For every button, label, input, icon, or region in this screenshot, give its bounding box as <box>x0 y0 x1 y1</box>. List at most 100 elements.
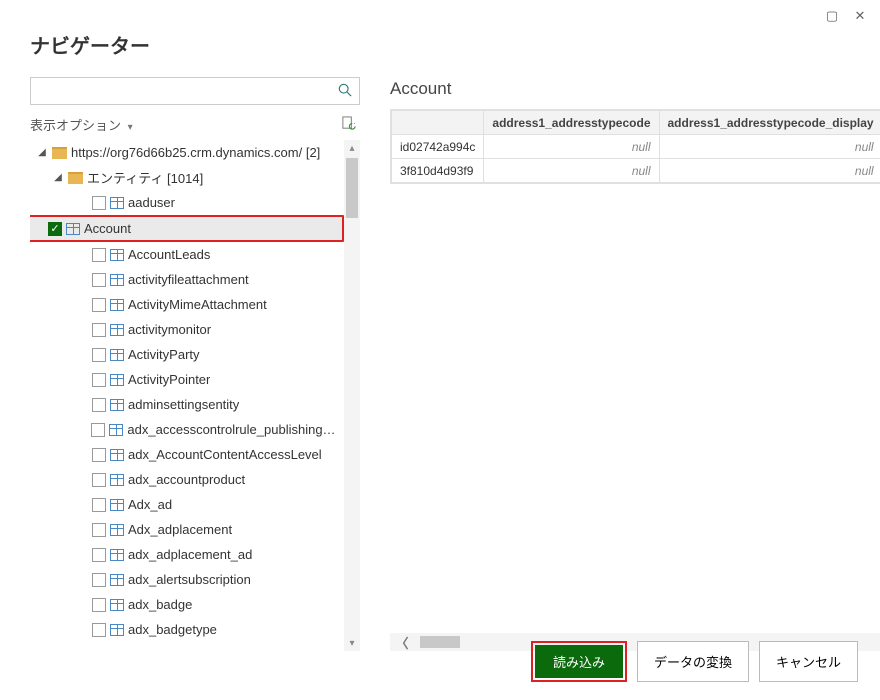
table-icon <box>110 274 124 286</box>
table-icon <box>66 223 80 235</box>
table-icon <box>110 299 124 311</box>
page-title: ナビゲーター <box>0 0 880 77</box>
tree-item-label: ActivityPointer <box>128 372 210 387</box>
expand-icon[interactable]: ◢ <box>52 172 64 183</box>
scroll-down-icon[interactable]: ▾ <box>344 635 360 651</box>
table-icon <box>110 474 124 486</box>
tree-item[interactable]: ✓ Account <box>30 215 344 242</box>
table-icon <box>110 499 124 511</box>
load-button[interactable]: 読み込み <box>535 645 623 678</box>
checkbox[interactable] <box>92 573 106 587</box>
folder-icon <box>52 147 67 159</box>
tree-item-label: adx_alertsubscription <box>128 572 251 587</box>
tree-item[interactable]: adx_alertsubscription <box>30 567 344 592</box>
tree-item-label: AccountLeads <box>128 247 210 262</box>
tree-item[interactable]: adminsettingsentity <box>30 392 344 417</box>
table-row[interactable]: 3f810d4d93f9nullnull横浜市 <box>392 159 880 183</box>
maximize-button[interactable]: ▢ <box>822 6 842 26</box>
checkbox[interactable] <box>92 473 106 487</box>
tree-item-label: https://org76d66b25.crm.dynamics.com/ [2… <box>71 145 320 160</box>
checkbox[interactable] <box>92 298 106 312</box>
tree-item[interactable]: activitymonitor <box>30 317 344 342</box>
display-options-dropdown[interactable]: 表示オプション ▾ <box>30 115 133 134</box>
tree-group[interactable]: ◢ エンティティ [1014] <box>30 165 344 190</box>
chevron-down-icon: ▾ <box>128 122 133 133</box>
table-cell: null <box>659 159 880 183</box>
scroll-left-icon[interactable]: 〈 <box>390 633 414 652</box>
display-options-label: 表示オプション <box>30 118 121 133</box>
folder-icon <box>68 172 83 184</box>
tree-item-label: adminsettingsentity <box>128 397 239 412</box>
checkbox[interactable] <box>92 598 106 612</box>
hscroll-thumb[interactable] <box>420 636 460 648</box>
table-icon <box>110 324 124 336</box>
tree-item[interactable]: activityfileattachment <box>30 267 344 292</box>
tree-item-label: ActivityParty <box>128 347 200 362</box>
checkbox[interactable]: ✓ <box>48 222 62 236</box>
checkbox[interactable] <box>92 498 106 512</box>
checkbox[interactable] <box>92 196 106 210</box>
tree-item-label: Account <box>84 221 131 236</box>
tree-item[interactable]: Adx_ad <box>30 492 344 517</box>
checkbox[interactable] <box>92 248 106 262</box>
checkbox[interactable] <box>92 323 106 337</box>
table-icon <box>110 549 124 561</box>
tree-item[interactable]: adx_accountproduct <box>30 467 344 492</box>
table-icon <box>110 349 124 361</box>
tree-item[interactable]: adx_AccountContentAccessLevel <box>30 442 344 467</box>
tree-item-label: activityfileattachment <box>128 272 249 287</box>
preview-panel: Account address1_addresstypecodeaddress1… <box>390 77 880 651</box>
tree-item-label: adx_badge <box>128 597 192 612</box>
close-button[interactable]: ✕ <box>850 6 870 26</box>
table-row[interactable]: id02742a994cnullnull福岡市 <box>392 135 880 159</box>
tree-item[interactable]: ActivityMimeAttachment <box>30 292 344 317</box>
scroll-thumb[interactable] <box>346 158 358 218</box>
table-icon <box>110 374 124 386</box>
cancel-button[interactable]: キャンセル <box>759 641 858 682</box>
table-icon <box>110 197 124 209</box>
checkbox[interactable] <box>91 423 105 437</box>
entity-tree[interactable]: ◢ https://org76d66b25.crm.dynamics.com/ [… <box>30 140 344 651</box>
checkbox[interactable] <box>92 273 106 287</box>
navigator-panel: 表示オプション ▾ ◢ https://org76d66b25.crm.dynam… <box>30 77 360 651</box>
tree-item-label: Adx_ad <box>128 497 172 512</box>
table-icon <box>110 524 124 536</box>
checkbox[interactable] <box>92 548 106 562</box>
expand-icon[interactable]: ◢ <box>36 147 48 158</box>
checkbox[interactable] <box>92 373 106 387</box>
table-icon <box>110 249 124 261</box>
checkbox[interactable] <box>92 523 106 537</box>
preview-table: address1_addresstypecodeaddress1_address… <box>391 110 880 183</box>
tree-item-label: エンティティ [1014] <box>87 168 203 187</box>
tree-root[interactable]: ◢ https://org76d66b25.crm.dynamics.com/ [… <box>30 140 344 165</box>
search-icon[interactable] <box>335 83 355 100</box>
tree-item-label: aaduser <box>128 195 175 210</box>
checkbox[interactable] <box>92 623 106 637</box>
tree-item[interactable]: Adx_adplacement <box>30 517 344 542</box>
checkbox[interactable] <box>92 348 106 362</box>
tree-scrollbar[interactable]: ▴ ▾ <box>344 140 360 651</box>
column-header[interactable]: address1_addresstypecode_display <box>659 111 880 135</box>
checkbox[interactable] <box>92 398 106 412</box>
column-header[interactable]: address1_addresstypecode <box>484 111 659 135</box>
tree-item[interactable]: adx_adplacement_ad <box>30 542 344 567</box>
tree-item[interactable]: aaduser <box>30 190 344 215</box>
tree-item[interactable]: ActivityParty <box>30 342 344 367</box>
column-header[interactable] <box>392 111 484 135</box>
checkbox[interactable] <box>92 448 106 462</box>
search-box[interactable] <box>30 77 360 105</box>
tree-item[interactable]: AccountLeads <box>30 242 344 267</box>
search-input[interactable] <box>35 78 335 104</box>
refresh-icon[interactable] <box>341 116 356 134</box>
tree-item-label: adx_accesscontrolrule_publishingstate <box>127 422 340 437</box>
tree-item[interactable]: adx_badgetype <box>30 617 344 642</box>
tree-item[interactable]: adx_badge <box>30 592 344 617</box>
tree-item[interactable]: adx_accesscontrolrule_publishingstate <box>30 417 344 442</box>
scroll-up-icon[interactable]: ▴ <box>344 140 360 156</box>
table-icon <box>110 399 124 411</box>
table-icon <box>110 599 124 611</box>
transform-data-button[interactable]: データの変換 <box>637 641 749 682</box>
tree-item[interactable]: ActivityPointer <box>30 367 344 392</box>
table-cell: null <box>659 135 880 159</box>
table-cell: null <box>484 159 659 183</box>
